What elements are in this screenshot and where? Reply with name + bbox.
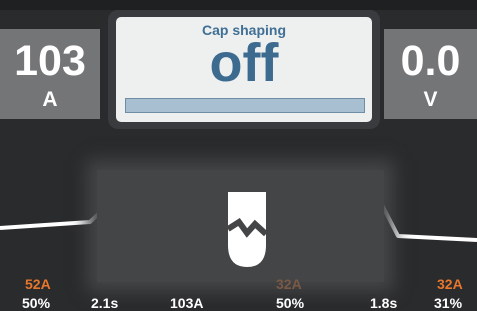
start-current-label: 52A — [25, 276, 51, 292]
electrode-nozzle-icon — [227, 192, 267, 267]
end-current-label: 32A — [437, 276, 463, 292]
mid-current-label: 32A — [276, 276, 302, 292]
